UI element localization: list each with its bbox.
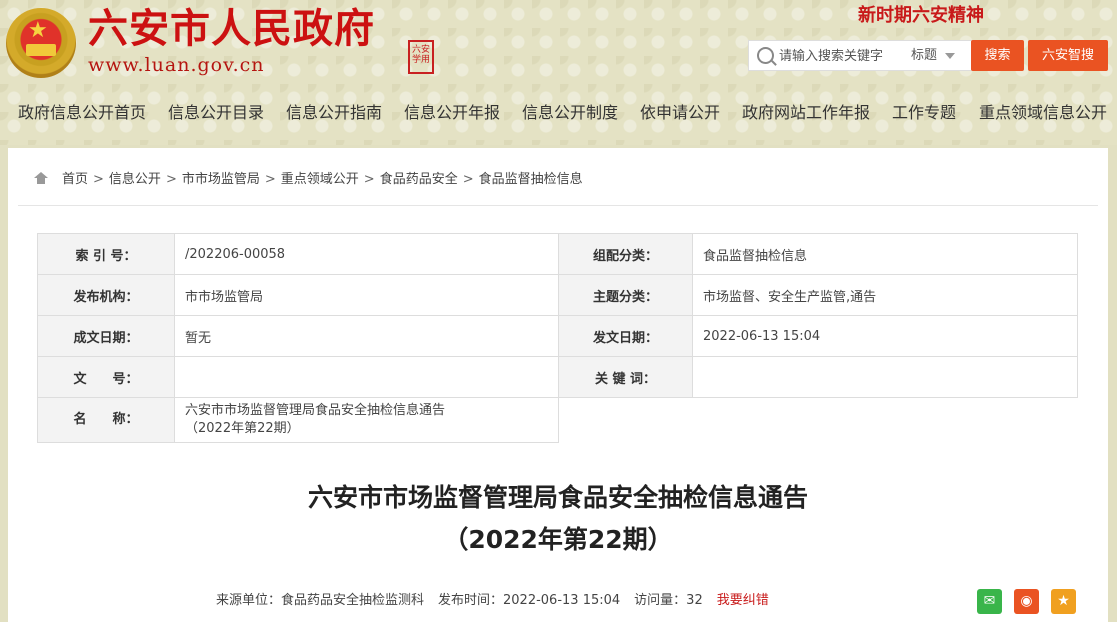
- nav-item-apply[interactable]: 依申请公开: [640, 96, 720, 130]
- article-source: 来源单位：食品药品安全抽检监测科: [216, 593, 425, 608]
- category-value: 食品监督抽检信息: [692, 233, 1078, 275]
- divider: [18, 205, 1098, 206]
- article-title: 六安市市场监督管理局食品安全抽检信息通告: [307, 483, 808, 512]
- nav-item-topics[interactable]: 工作专题: [892, 96, 956, 130]
- site-title[interactable]: 六安市人民政府: [88, 6, 375, 52]
- doc-name-label: 名 称：: [37, 397, 175, 443]
- chevron-down-icon: [945, 52, 956, 59]
- pub-date-value: 2022-06-13 15:04: [692, 315, 1078, 357]
- search-icon: [757, 47, 774, 64]
- favorite-star-icon[interactable]: ★: [1051, 589, 1076, 614]
- smart-search-button[interactable]: 六安智搜: [1028, 40, 1108, 71]
- breadcrumb: 首页 > 信息公开 > 市市场监管局 > 重点领域公开 > 食品药品安全 > 食品监督抽检信息: [34, 170, 583, 190]
- metadata-table: 索 引 号： /202206-00058 组配分类： 食品监督抽检信息 发布机构…: [37, 233, 1078, 443]
- doc-date-label: 成文日期：: [37, 315, 175, 357]
- site-header: ★ 六安市人民政府 www.luan.gov.cn 六安学用 新时期六安精神 标…: [0, 0, 1117, 90]
- doc-name-value: 六安市市场监督管理局食品安全抽检信息通告 （2022年第22期）: [174, 397, 559, 443]
- breadcrumb-market-bureau[interactable]: 市市场监管局: [182, 172, 260, 187]
- publisher-label: 发布机构：: [37, 274, 175, 316]
- keywords-label: 关 键 词：: [558, 356, 693, 398]
- doc-name-line1: 六安市市场监督管理局食品安全抽检信息通告: [185, 403, 446, 418]
- nav-item-key-areas[interactable]: 重点领域信息公开: [979, 96, 1107, 130]
- search-input[interactable]: [779, 47, 899, 65]
- article-views: 访问量：32: [634, 593, 703, 608]
- nav-item-annual-report[interactable]: 信息公开年报: [404, 96, 500, 130]
- report-error-link[interactable]: 我要纠错: [717, 593, 769, 608]
- site-url: www.luan.gov.cn: [88, 54, 265, 76]
- breadcrumb-home[interactable]: 首页: [62, 172, 88, 187]
- spirit-link[interactable]: 新时期六安精神: [858, 5, 984, 27]
- main-nav: 政府信息公开首页 信息公开目录 信息公开指南 信息公开年报 信息公开制度 依申请…: [0, 96, 1117, 130]
- article-publish-time: 发布时间：2022-06-13 15:04: [438, 593, 621, 608]
- category-label: 组配分类：: [558, 233, 693, 275]
- wechat-share-icon[interactable]: ✉: [977, 589, 1002, 614]
- doc-date-value: 暂无: [174, 315, 559, 357]
- index-value: /202206-00058: [174, 233, 559, 275]
- breadcrumb-info-public[interactable]: 信息公开: [109, 172, 161, 187]
- nav-item-guide[interactable]: 信息公开指南: [286, 96, 382, 130]
- article-subtitle: （2022年第22期）: [443, 525, 673, 554]
- nav-item-catalog[interactable]: 信息公开目录: [168, 96, 264, 130]
- breadcrumb-food-drug[interactable]: 食品药品安全: [380, 172, 458, 187]
- nav-item-website-report[interactable]: 政府网站工作年报: [742, 96, 870, 130]
- topic-label: 主题分类：: [558, 274, 693, 316]
- doc-number-label: 文 号：: [37, 356, 175, 398]
- nav-item-system[interactable]: 信息公开制度: [522, 96, 618, 130]
- search-scope-select[interactable]: 标题: [911, 46, 956, 66]
- national-emblem-logo: ★: [6, 8, 76, 78]
- search-button[interactable]: 搜索: [971, 40, 1024, 71]
- keywords-value: [692, 356, 1078, 398]
- search-scope-label: 标题: [911, 48, 938, 63]
- content-panel: 首页 > 信息公开 > 市市场监管局 > 重点领域公开 > 食品药品安全 > 食品监督抽检信息 索 …: [8, 148, 1108, 622]
- index-label: 索 引 号：: [37, 233, 175, 275]
- publisher-value: 市市场监管局: [174, 274, 559, 316]
- breadcrumb-key-areas[interactable]: 重点领域公开: [281, 172, 359, 187]
- nav-item-home[interactable]: 政府信息公开首页: [18, 96, 146, 130]
- search-box: 标题: [748, 40, 972, 71]
- breadcrumb-current[interactable]: 食品监督抽检信息: [479, 172, 583, 187]
- pub-date-label: 发文日期：: [558, 315, 693, 357]
- doc-name-line2: （2022年第22期）: [185, 421, 300, 436]
- article-info: 来源单位：食品药品安全抽检监测科 发布时间：2022-06-13 15:04 访问量…: [216, 592, 769, 610]
- weibo-share-icon[interactable]: ◉: [1014, 589, 1039, 614]
- doc-number-value: [174, 356, 559, 398]
- topic-value: 市场监督、安全生产监管,通告: [692, 274, 1078, 316]
- home-icon: [34, 172, 48, 184]
- calligraphy-seal-icon: 六安 学用: [408, 40, 434, 74]
